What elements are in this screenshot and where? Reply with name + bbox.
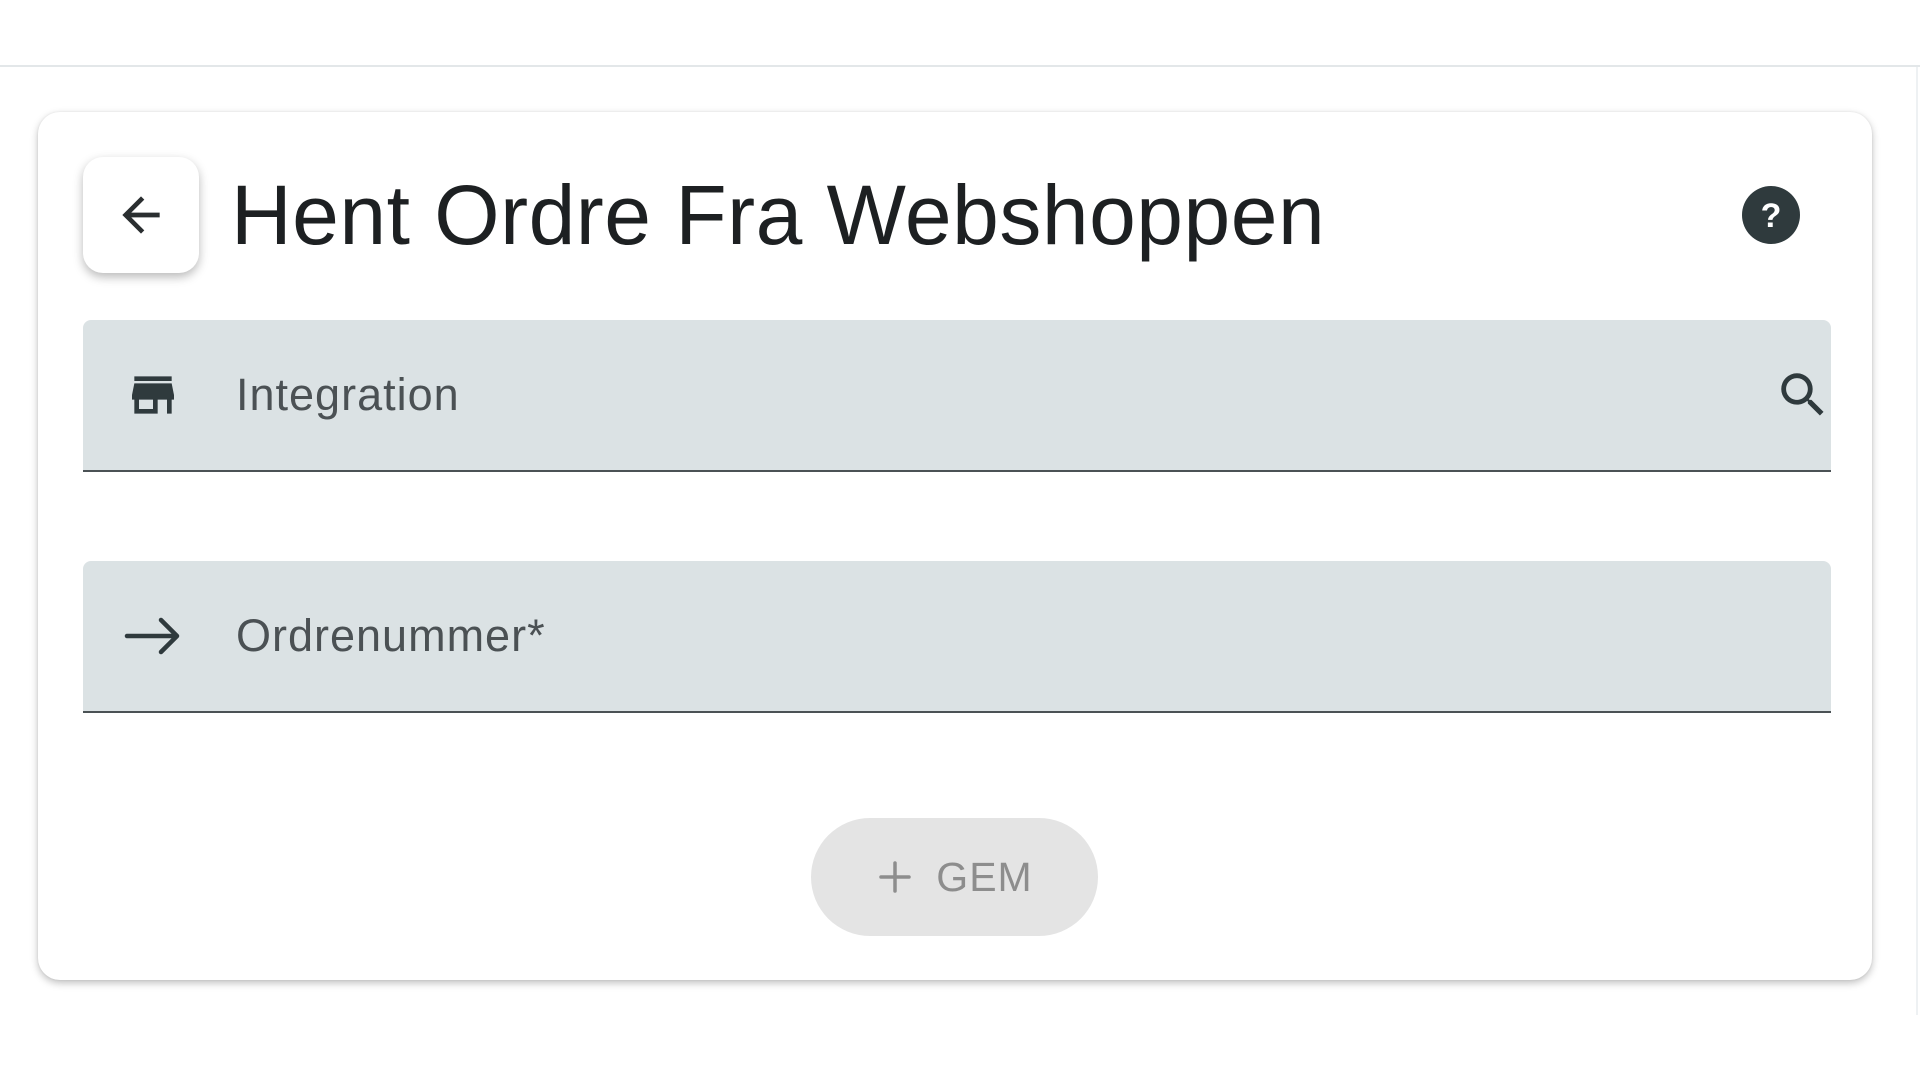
save-button-label: GEM (936, 853, 1033, 900)
arrow-right-icon (123, 606, 183, 666)
plus-icon (876, 858, 914, 896)
help-circle-icon: ? (1741, 185, 1801, 245)
fetch-order-card: Hent Ordre Fra Webshoppen ? Integration (38, 112, 1872, 980)
arrow-left-icon (113, 187, 169, 243)
integration-label: Integration (236, 369, 460, 420)
back-button[interactable] (83, 157, 199, 273)
page-title: Hent Ordre Fra Webshoppen (231, 168, 1326, 262)
help-button[interactable]: ? (1741, 185, 1801, 245)
search-icon[interactable] (1773, 365, 1833, 425)
page-divider (1916, 67, 1918, 1015)
order-number-field[interactable]: Ordrenummer* (83, 561, 1831, 713)
svg-text:?: ? (1761, 197, 1782, 235)
store-icon (123, 365, 183, 425)
order-number-label: Ordrenummer* (236, 610, 546, 661)
integration-field[interactable]: Integration (83, 320, 1831, 472)
save-button[interactable]: GEM (811, 818, 1098, 936)
top-app-bar (0, 0, 1920, 67)
